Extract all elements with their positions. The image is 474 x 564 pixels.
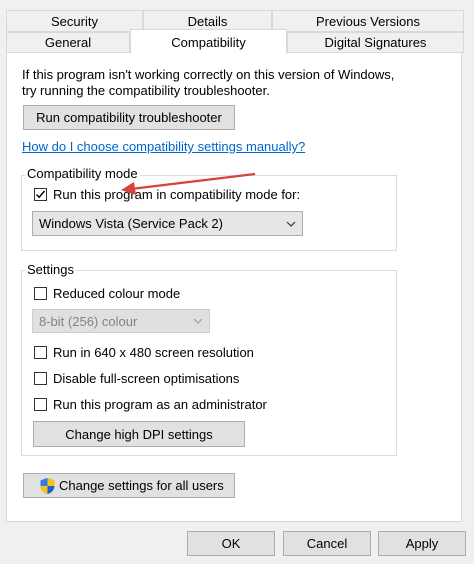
tab-general-label: General: [44, 35, 92, 50]
resolution-640-checkbox[interactable]: [34, 346, 47, 359]
colour-depth-selected: 8-bit (256) colour: [39, 313, 138, 329]
uac-shield-icon: [40, 477, 55, 494]
tab-digital-signatures[interactable]: Digital Signatures: [287, 32, 464, 53]
settings-group-label: Settings: [25, 262, 76, 277]
disable-fullscreen-label[interactable]: Disable full-screen optimisations: [53, 371, 239, 386]
run-as-admin-label[interactable]: Run this program as an administrator: [53, 397, 267, 412]
chevron-down-icon: [286, 221, 296, 227]
tab-compatibility-label: Compatibility: [171, 34, 246, 50]
os-version-dropdown[interactable]: Windows Vista (Service Pack 2): [32, 211, 303, 236]
tab-security[interactable]: Security: [6, 10, 143, 32]
tab-previous-versions-label: Previous Versions: [315, 13, 421, 29]
change-all-users-button[interactable]: Change settings for all users: [23, 473, 235, 498]
tab-general[interactable]: General: [6, 32, 130, 53]
ok-button[interactable]: OK: [187, 531, 275, 556]
tab-compatibility[interactable]: Compatibility: [130, 29, 287, 54]
disable-fullscreen-checkbox[interactable]: [34, 372, 47, 385]
run-troubleshooter-button[interactable]: Run compatibility troubleshooter: [23, 105, 235, 130]
checkmark-icon: [36, 190, 46, 199]
annotation-arrow-icon: [121, 172, 256, 195]
chevron-down-icon: [193, 318, 203, 324]
os-version-selected: Windows Vista (Service Pack 2): [39, 216, 223, 231]
compatibility-panel: If this program isn't working correctly …: [6, 52, 462, 522]
colour-depth-dropdown: 8-bit (256) colour: [32, 309, 210, 333]
intro-text-line-1: If this program isn't working correctly …: [22, 67, 395, 82]
apply-button[interactable]: Apply: [378, 531, 466, 556]
resolution-640-label[interactable]: Run in 640 x 480 screen resolution: [53, 345, 254, 360]
tab-previous-versions[interactable]: Previous Versions: [272, 10, 464, 32]
tab-digital-signatures-label: Digital Signatures: [324, 35, 427, 50]
tab-security-label: Security: [51, 13, 98, 29]
run-as-admin-checkbox[interactable]: [34, 398, 47, 411]
reduced-colour-checkbox[interactable]: [34, 287, 47, 300]
cancel-button[interactable]: Cancel: [283, 531, 371, 556]
change-dpi-button[interactable]: Change high DPI settings: [33, 421, 245, 447]
tab-details-label: Details: [187, 13, 228, 29]
compatibility-mode-checkbox[interactable]: [34, 188, 47, 201]
reduced-colour-label[interactable]: Reduced colour mode: [53, 286, 180, 301]
intro-text-line-2: try running the compatibility troublesho…: [22, 83, 270, 98]
change-all-users-label: Change settings for all users: [59, 478, 224, 493]
manual-settings-link[interactable]: How do I choose compatibility settings m…: [22, 139, 305, 154]
